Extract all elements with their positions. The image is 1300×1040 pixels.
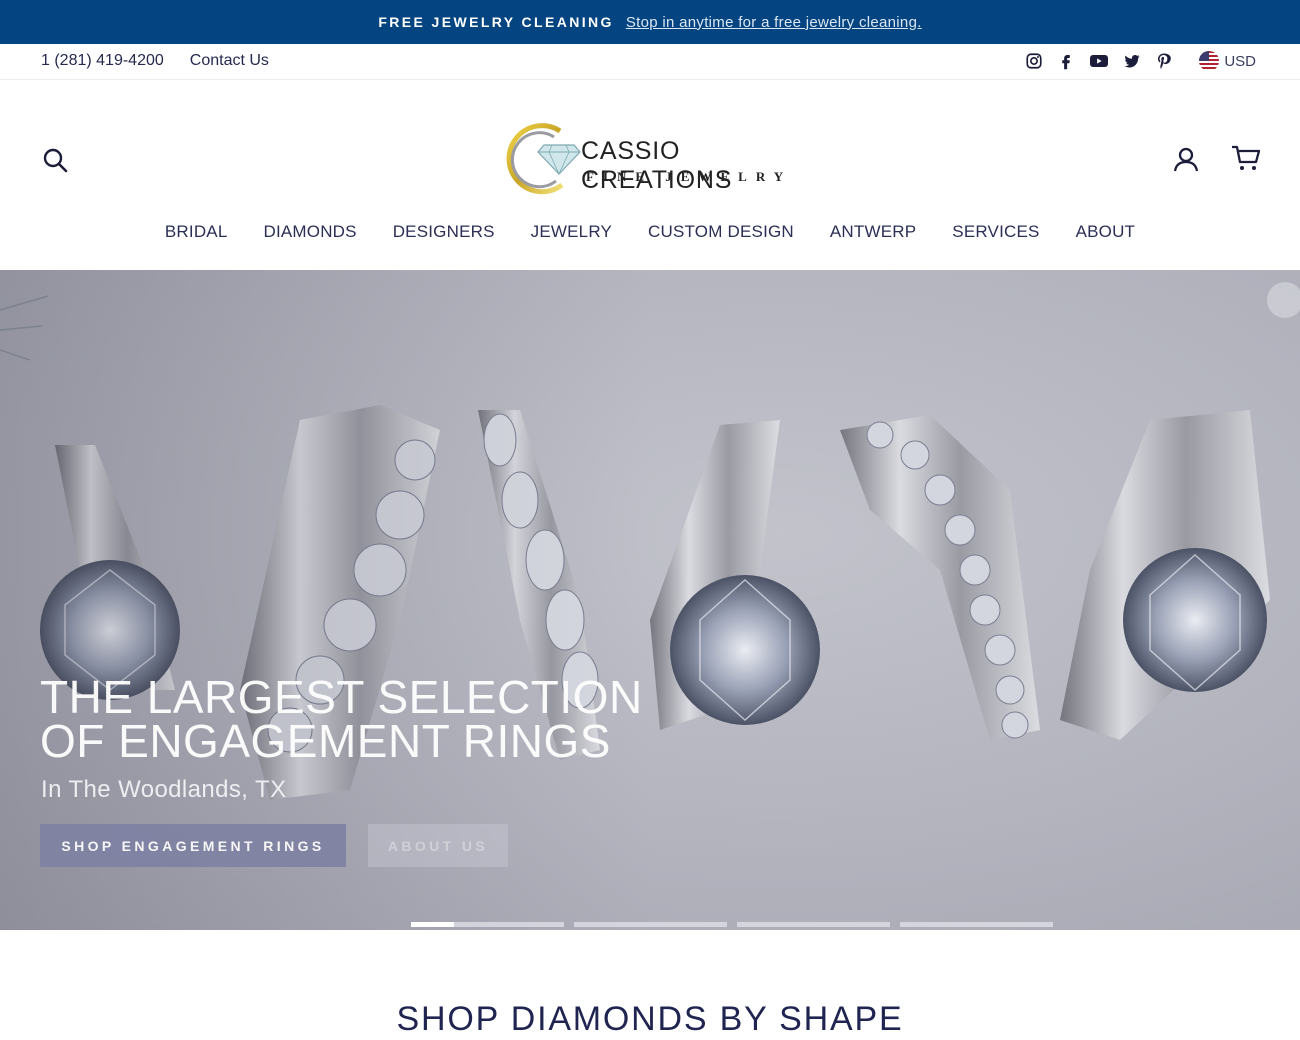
hero-title-line1: THE LARGEST SELECTION bbox=[40, 671, 643, 723]
hero-slideshow: THE LARGEST SELECTION OF ENGAGEMENT RING… bbox=[0, 270, 1300, 930]
slide-progress-fill bbox=[411, 922, 454, 927]
instagram-icon[interactable] bbox=[1025, 52, 1043, 70]
currency-selector[interactable]: USD bbox=[1199, 51, 1256, 71]
pinterest-icon[interactable] bbox=[1155, 52, 1173, 70]
announcement-bar: FREE JEWELRY CLEANING Stop in anytime fo… bbox=[0, 0, 1300, 44]
logo-subtitle: FINE JEWELRY bbox=[586, 169, 793, 184]
shop-by-shape-heading: SHOP DIAMONDS BY SHAPE bbox=[396, 1000, 904, 1038]
search-icon[interactable] bbox=[42, 147, 68, 173]
phone-link[interactable]: 1 (281) 419-4200 bbox=[41, 52, 164, 70]
hero-title: THE LARGEST SELECTION OF ENGAGEMENT RING… bbox=[40, 671, 660, 767]
nav-item-services[interactable]: SERVICES bbox=[952, 222, 1039, 242]
main-nav: BRIDAL DIAMONDS DESIGNERS JEWELRY CUSTOM… bbox=[0, 222, 1300, 242]
announcement-link[interactable]: Stop in anytime for a free jewelry clean… bbox=[626, 14, 922, 31]
utility-bar: 1 (281) 419-4200 Contact Us USD bbox=[0, 44, 1300, 80]
about-us-button[interactable]: ABOUT US bbox=[368, 824, 508, 867]
currency-label: USD bbox=[1224, 52, 1256, 70]
slide-indicator-3[interactable] bbox=[737, 922, 890, 927]
cart-icon[interactable] bbox=[1230, 143, 1262, 173]
nav-item-designers[interactable]: DESIGNERS bbox=[393, 222, 495, 242]
site-header: CASSIO CREATIONS FINE JEWELRY BRIDAL DIA… bbox=[0, 81, 1300, 271]
hero-title-line2: OF ENGAGEMENT RINGS bbox=[40, 715, 611, 767]
slide-indicator-2[interactable] bbox=[574, 922, 727, 927]
twitter-icon[interactable] bbox=[1123, 52, 1141, 70]
slide-indicator-1[interactable] bbox=[411, 922, 564, 927]
nav-item-antwerp[interactable]: ANTWERP bbox=[830, 222, 916, 242]
nav-item-about[interactable]: ABOUT bbox=[1076, 222, 1136, 242]
nav-item-bridal[interactable]: BRIDAL bbox=[165, 222, 228, 242]
slide-indicator-4[interactable] bbox=[900, 922, 1053, 927]
account-icon[interactable] bbox=[1172, 145, 1200, 173]
contact-link[interactable]: Contact Us bbox=[190, 52, 269, 70]
logo-title: CASSIO CREATIONS bbox=[581, 137, 733, 194]
us-flag-icon bbox=[1199, 51, 1220, 71]
facebook-icon[interactable] bbox=[1057, 52, 1075, 70]
hero-subtitle: In The Woodlands, TX bbox=[41, 776, 287, 803]
site-logo[interactable]: CASSIO CREATIONS FINE JEWELRY bbox=[494, 119, 814, 199]
nav-item-jewelry[interactable]: JEWELRY bbox=[531, 222, 612, 242]
slide-indicators bbox=[411, 922, 1053, 927]
shop-engagement-rings-button[interactable]: SHOP ENGAGEMENT RINGS bbox=[40, 824, 346, 867]
youtube-icon[interactable] bbox=[1089, 52, 1109, 70]
nav-item-custom-design[interactable]: CUSTOM DESIGN bbox=[648, 222, 794, 242]
announcement-title: FREE JEWELRY CLEANING bbox=[378, 14, 614, 30]
nav-item-diamonds[interactable]: DIAMONDS bbox=[263, 222, 356, 242]
